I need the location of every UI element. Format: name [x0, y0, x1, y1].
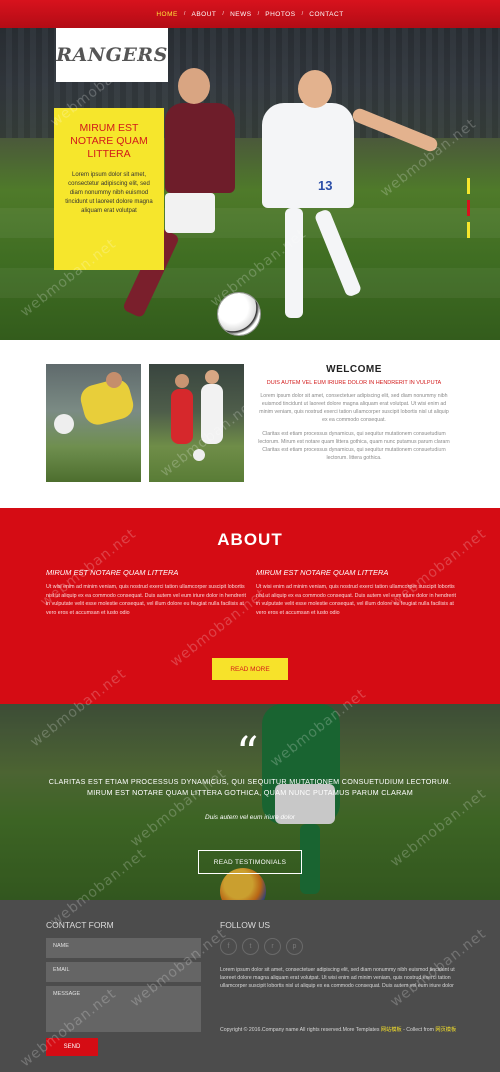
grass-stripe	[0, 268, 500, 298]
about-column: MIRUM EST NOTARE QUAM LITTERA Ut wisi en…	[256, 568, 456, 617]
logo-text: RANGERS	[56, 44, 168, 66]
copyright-mid: - Collect from	[401, 1027, 436, 1033]
players-photo	[149, 364, 244, 482]
read-more-button[interactable]: READ MORE	[212, 658, 288, 680]
goalkeeper-photo	[46, 364, 141, 482]
nav-separator: /	[222, 11, 225, 17]
read-testimonials-button[interactable]: READ TESTIMONIALS	[198, 850, 302, 874]
welcome-subtitle: DUIS AUTEM VEL EUM IRIURE DOLOR IN HENDR…	[266, 380, 442, 386]
hero-card-text: Lorem ipsum dolor sit amet, consectetur …	[65, 172, 153, 214]
about-column-title: MIRUM EST NOTARE QUAM LITTERA	[46, 568, 179, 577]
slider-dot-active[interactable]	[467, 200, 470, 216]
name-field[interactable]: NAME	[46, 938, 201, 958]
copyright-text: Copyright © 2016.Company name All rights…	[220, 1027, 380, 1033]
nav-contact[interactable]: CONTACT	[303, 11, 349, 18]
email-field[interactable]: EMAIL	[46, 962, 201, 982]
pinterest-icon[interactable]: p	[286, 938, 303, 955]
twitter-icon[interactable]: t	[242, 938, 259, 955]
nav-separator: /	[183, 11, 186, 17]
footer: CONTACT FORM NAME EMAIL MESSAGE SEND FOL…	[0, 900, 500, 1072]
follow-us-title: FOLLOW US	[220, 920, 271, 930]
nav-about[interactable]: ABOUT	[185, 11, 222, 18]
about-section: ABOUT MIRUM EST NOTARE QUAM LITTERA Ut w…	[0, 508, 500, 704]
about-column-title: MIRUM EST NOTARE QUAM LITTERA	[256, 568, 389, 577]
hero-card: MIRUM EST NOTARE QUAM LITTERA Lorem ipsu…	[54, 108, 164, 270]
welcome-text: WELCOME DUIS AUTEM VEL EUM IRIURE DOLOR …	[258, 364, 450, 468]
slider-dot[interactable]	[467, 222, 470, 238]
nav-photos[interactable]: PHOTOS	[259, 11, 301, 18]
welcome-title: WELCOME	[326, 364, 382, 375]
collect-link[interactable]: 网页模板	[435, 1027, 456, 1033]
nav-separator: /	[301, 11, 304, 17]
testimonial-author: Duis autem vel eum iriure dolor	[205, 814, 295, 821]
copyright: Copyright © 2016.Company name All rights…	[220, 1026, 460, 1035]
top-nav: HOME / ABOUT / NEWS / PHOTOS / CONTACT	[0, 0, 500, 28]
soccer-ball-icon	[218, 293, 260, 335]
about-column: MIRUM EST NOTARE QUAM LITTERA Ut wisi en…	[46, 568, 246, 617]
quote-icon: “	[236, 728, 259, 779]
message-field[interactable]: MESSAGE	[46, 986, 201, 1032]
about-column-text: Ut wisi enim ad minim veniam, quis nostr…	[46, 584, 246, 616]
send-button[interactable]: SEND	[46, 1038, 98, 1056]
rss-icon[interactable]: r	[264, 938, 281, 955]
hero-card-title: MIRUM EST NOTARE QUAM LITTERA	[70, 122, 148, 160]
footer-text: Lorem ipsum dolor sit amet, consectetuer…	[220, 967, 455, 989]
welcome-section: WELCOME DUIS AUTEM VEL EUM IRIURE DOLOR …	[0, 340, 500, 508]
slider-dot[interactable]	[467, 178, 470, 194]
nav-separator: /	[257, 11, 260, 17]
contact-form-title: CONTACT FORM	[46, 920, 114, 930]
testimonial-text: CLARITAS EST ETIAM PROCESSUS DYNAMICUS, …	[48, 777, 452, 797]
welcome-paragraph: Lorem ipsum dolor sit amet, consectetuer…	[259, 393, 449, 423]
nav-home[interactable]: HOME	[150, 11, 184, 18]
about-column-text: Ut wisi enim ad minim veniam, quis nostr…	[256, 584, 456, 616]
site-logo[interactable]: RANGERS	[56, 28, 168, 82]
facebook-icon[interactable]: f	[220, 938, 237, 955]
jersey-number: 13	[318, 178, 333, 193]
templates-link[interactable]: 网站模板	[381, 1027, 402, 1033]
social-links: f t r p	[220, 938, 303, 955]
welcome-paragraph: Claritas est etiam processus dynamicus, …	[258, 431, 450, 461]
testimonial-section: “ CLARITAS EST ETIAM PROCESSUS DYNAMICUS…	[0, 704, 500, 900]
nav-news[interactable]: NEWS	[224, 11, 258, 18]
about-title: ABOUT	[217, 530, 283, 549]
slider-indicators	[467, 178, 470, 238]
